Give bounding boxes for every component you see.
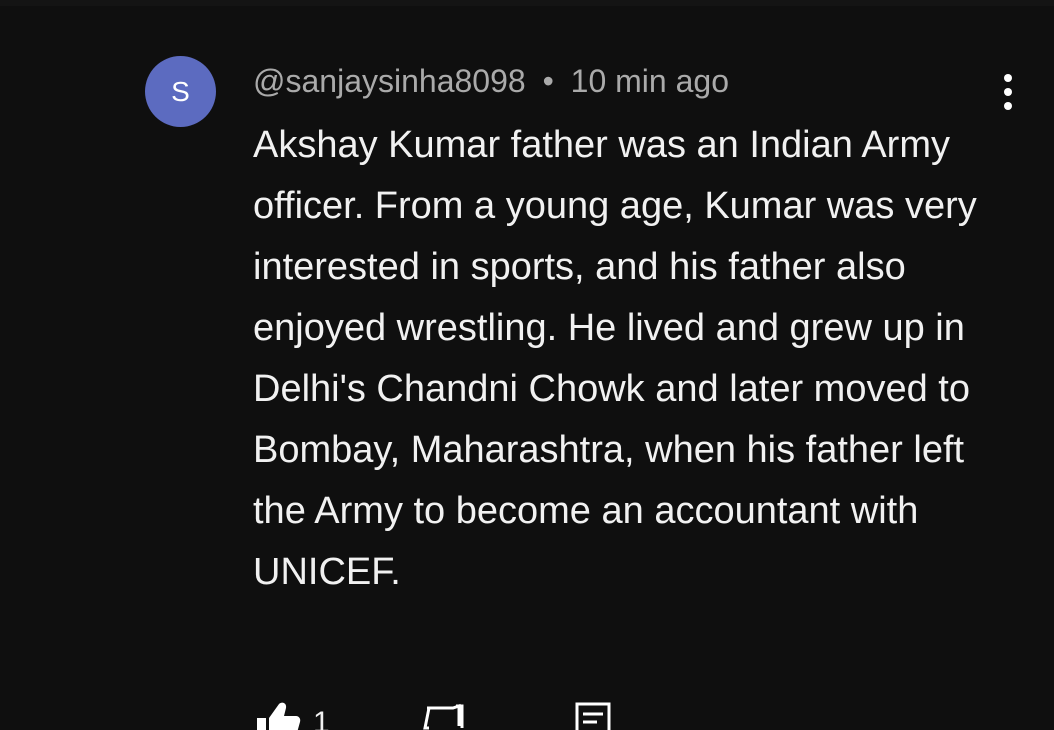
meta-separator: • [542, 63, 554, 99]
avatar[interactable]: S [145, 56, 216, 127]
like-button[interactable]: 1 [253, 700, 343, 730]
comment-action-bar: 1 [253, 700, 653, 730]
comment-author[interactable]: @sanjaysinha8098 [253, 63, 526, 99]
comment-text: Akshay Kumar father was an Indian Army o… [253, 124, 977, 593]
vertical-dots-icon [1004, 74, 1012, 82]
vertical-dots-icon-dot [1004, 102, 1012, 110]
dislike-button[interactable] [421, 700, 469, 730]
reply-button[interactable] [573, 700, 617, 730]
reply-icon [575, 702, 611, 730]
thumbs-up-icon [257, 702, 301, 730]
vertical-dots-icon-dot [1004, 88, 1012, 96]
top-divider [0, 0, 1054, 6]
comment-screen: S @sanjaysinha8098 • 10 min ago Akshay K… [0, 0, 1054, 730]
comment-timestamp[interactable]: 10 min ago [571, 63, 729, 99]
like-count: 1 [313, 706, 330, 730]
more-options-button[interactable] [990, 68, 1026, 116]
comment-body: @sanjaysinha8098 • 10 min ago Akshay Kum… [253, 60, 983, 603]
comment-meta: @sanjaysinha8098 • 10 min ago [253, 60, 983, 102]
thumbs-down-icon [423, 703, 464, 730]
avatar-letter: S [171, 75, 190, 107]
